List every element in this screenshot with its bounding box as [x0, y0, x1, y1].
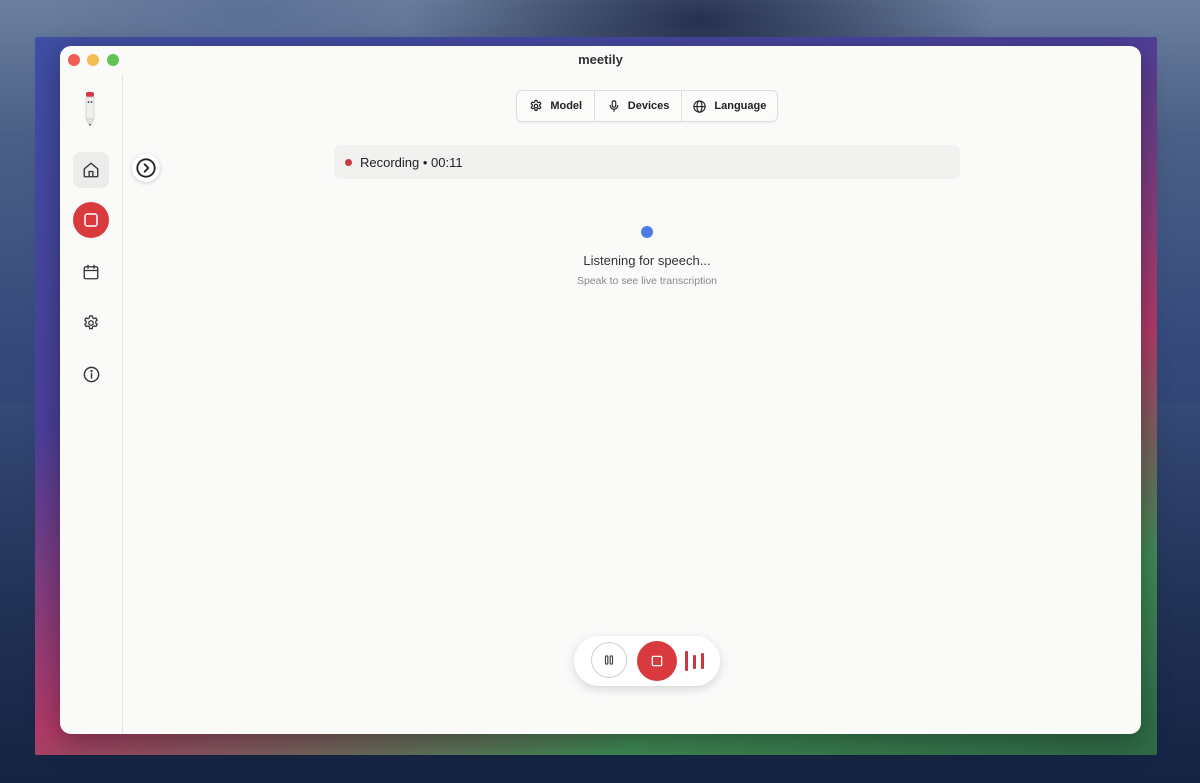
stop-square-icon [651, 655, 663, 667]
sidebar-item-record[interactable] [73, 202, 109, 238]
window-title: meetily [578, 52, 623, 67]
globe-icon [693, 99, 707, 113]
title-bar: meetily [60, 46, 1141, 74]
pause-icon [604, 655, 614, 665]
sidebar-item-home[interactable] [73, 152, 109, 188]
pause-button[interactable] [591, 642, 627, 678]
sidebar-item-info[interactable] [73, 356, 109, 392]
stop-recording-button[interactable] [637, 641, 677, 681]
recording-dot-icon [345, 158, 352, 166]
recording-status-bar: Recording • 00:11 [334, 145, 960, 179]
sidebar [60, 74, 123, 734]
home-icon [83, 162, 99, 178]
devices-button[interactable]: Devices [595, 91, 682, 121]
gear-icon [530, 99, 542, 111]
language-button[interactable]: Language [682, 91, 777, 121]
stop-square-icon [84, 213, 98, 227]
info-icon [83, 366, 99, 382]
app-logo-icon [85, 92, 95, 127]
app-window: meetily Model Devices Language Recording… [60, 46, 1141, 734]
model-button[interactable]: Model [517, 91, 596, 121]
settings-toolbar: Model Devices Language [516, 90, 778, 122]
microphone-icon [609, 100, 619, 112]
listening-subtitle: Speak to see live transcription [576, 275, 718, 287]
audio-level-icon [685, 651, 704, 671]
chevron-right-circle-icon [136, 158, 156, 178]
model-button-label: Model [550, 100, 583, 112]
recording-controls [574, 636, 720, 686]
sidebar-item-settings[interactable] [73, 305, 109, 341]
gear-icon [84, 315, 98, 330]
recording-status-text: Recording • 00:11 [360, 154, 463, 170]
listening-title: Listening for speech... [583, 253, 711, 268]
devices-button-label: Devices [627, 100, 670, 112]
listening-indicator-dot [641, 226, 653, 238]
language-button-label: Language [714, 100, 767, 112]
expand-sidebar-button[interactable] [132, 154, 160, 182]
